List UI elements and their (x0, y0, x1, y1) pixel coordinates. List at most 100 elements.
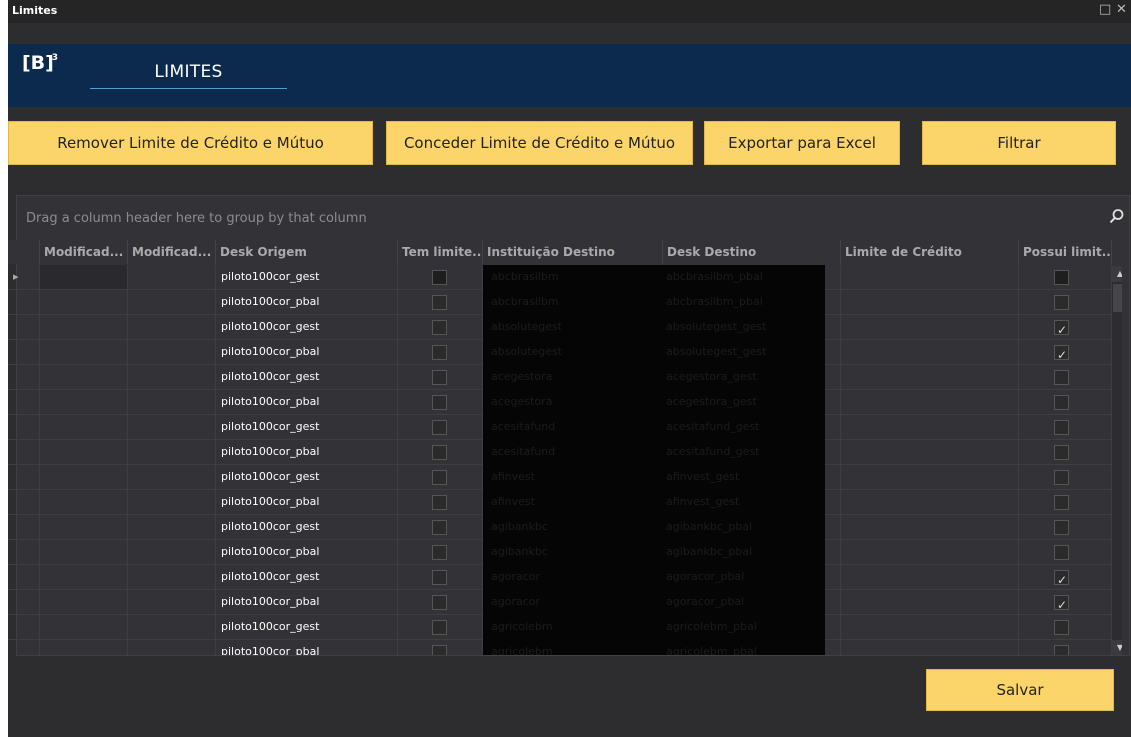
tem-limite-checkbox[interactable] (432, 320, 447, 335)
column-modificado-1[interactable]: Modificad... (40, 240, 128, 264)
cell-limite-credito[interactable] (841, 640, 1019, 655)
possui-limite-checkbox[interactable] (1054, 445, 1069, 460)
possui-limite-checkbox[interactable] (1054, 295, 1069, 310)
tem-limite-checkbox[interactable] (432, 295, 447, 310)
cell-desk-origem: piloto100cor_pbal (216, 290, 398, 315)
cell-modificado-2 (128, 640, 216, 655)
cell-possui-limite (1019, 565, 1112, 590)
remove-limit-button[interactable]: Remover Limite de Crédito e Mútuo (8, 121, 373, 165)
cell-modificado-1 (40, 440, 128, 465)
column-limite-credito[interactable]: Limite de Crédito (841, 240, 1019, 264)
possui-limite-checkbox[interactable] (1054, 593, 1069, 614)
cell-limite-credito[interactable] (841, 390, 1019, 415)
redacted-desk-destino-text: agricolebm_pbal (666, 645, 757, 655)
cell-limite-credito[interactable] (841, 265, 1019, 290)
tem-limite-checkbox[interactable] (432, 645, 447, 655)
cell-tem-limite (398, 515, 483, 540)
tem-limite-checkbox[interactable] (432, 420, 447, 435)
redacted-instituicao-text: acesitafund (491, 420, 556, 433)
filter-button[interactable]: Filtrar (922, 121, 1116, 165)
group-by-area[interactable]: Drag a column header here to group by th… (17, 196, 1129, 240)
redacted-desk-destino-text: abcbrasilbm_pbal (666, 270, 763, 283)
tem-limite-checkbox[interactable] (432, 470, 447, 485)
cell-limite-credito[interactable] (841, 490, 1019, 515)
possui-limite-checkbox[interactable] (1054, 495, 1069, 510)
vertical-scrollbar[interactable]: ▲ ▼ (1112, 266, 1122, 655)
column-tem-limite[interactable]: Tem limite... (398, 240, 483, 264)
cell-possui-limite (1019, 615, 1112, 640)
cell-limite-credito[interactable] (841, 415, 1019, 440)
redacted-desk-destino-text: agricolebm_pbal (666, 620, 757, 633)
row-indicator (8, 565, 40, 590)
cell-modificado-2 (128, 290, 216, 315)
cell-limite-credito[interactable] (841, 365, 1019, 390)
column-instituicao-destino[interactable]: Instituição Destino (483, 240, 663, 264)
tem-limite-checkbox[interactable] (432, 595, 447, 610)
possui-limite-checkbox[interactable] (1054, 395, 1069, 410)
possui-limite-checkbox[interactable] (1054, 470, 1069, 485)
possui-limite-checkbox[interactable] (1054, 645, 1069, 655)
possui-limite-checkbox[interactable] (1054, 568, 1069, 589)
search-icon[interactable] (1109, 208, 1125, 224)
cell-possui-limite (1019, 265, 1112, 290)
possui-limite-checkbox[interactable] (1054, 343, 1069, 364)
cell-tem-limite (398, 640, 483, 655)
scroll-thumb[interactable] (1113, 284, 1122, 312)
tem-limite-checkbox[interactable] (432, 395, 447, 410)
column-modificado-2[interactable]: Modificad... (128, 240, 216, 264)
cell-limite-credito[interactable] (841, 515, 1019, 540)
export-excel-button[interactable]: Exportar para Excel (704, 121, 900, 165)
cell-modificado-2 (128, 490, 216, 515)
grant-limit-button[interactable]: Conceder Limite de Crédito e Mútuo (386, 121, 693, 165)
possui-limite-checkbox[interactable] (1054, 270, 1069, 285)
column-desk-destino[interactable]: Desk Destino (663, 240, 841, 264)
cell-desk-origem: piloto100cor_pbal (216, 540, 398, 565)
possui-limite-checkbox[interactable] (1054, 620, 1069, 635)
cell-possui-limite (1019, 390, 1112, 415)
cell-limite-credito[interactable] (841, 290, 1019, 315)
redacted-desk-destino-text: absolutegest_gest (666, 345, 767, 358)
cell-limite-credito[interactable] (841, 615, 1019, 640)
maximize-icon[interactable]: □ (1099, 2, 1111, 17)
close-icon[interactable]: ✕ (1116, 2, 1127, 17)
cell-limite-credito[interactable] (841, 340, 1019, 365)
cell-modificado-2 (128, 590, 216, 615)
tem-limite-checkbox[interactable] (432, 545, 447, 560)
redacted-instituicao-text: agricolebm (491, 645, 553, 655)
tem-limite-checkbox[interactable] (432, 270, 447, 285)
tem-limite-checkbox[interactable] (432, 620, 447, 635)
cell-limite-credito[interactable] (841, 465, 1019, 490)
possui-limite-checkbox[interactable] (1054, 420, 1069, 435)
row-indicator (8, 640, 40, 655)
redacted-instituicao-text: acegestora (491, 395, 553, 408)
redacted-desk-destino-text: agoracor_pbal (666, 570, 745, 583)
tem-limite-checkbox[interactable] (432, 370, 447, 385)
possui-limite-checkbox[interactable] (1054, 520, 1069, 535)
row-indicator (8, 390, 40, 415)
tem-limite-checkbox[interactable] (432, 445, 447, 460)
cell-limite-credito[interactable] (841, 540, 1019, 565)
possui-limite-checkbox[interactable] (1054, 370, 1069, 385)
cell-limite-credito[interactable] (841, 440, 1019, 465)
cell-tem-limite (398, 315, 483, 340)
tem-limite-checkbox[interactable] (432, 495, 447, 510)
column-possui-limite[interactable]: Possui limit... (1019, 240, 1112, 264)
save-button[interactable]: Salvar (926, 669, 1114, 711)
cell-possui-limite (1019, 365, 1112, 390)
column-desk-origem[interactable]: Desk Origem (216, 240, 398, 264)
tem-limite-checkbox[interactable] (432, 345, 447, 360)
tem-limite-checkbox[interactable] (432, 570, 447, 585)
possui-limite-checkbox[interactable] (1054, 545, 1069, 560)
redacted-desk-destino-text: acesitafund_gest (666, 420, 760, 433)
row-indicator (8, 540, 40, 565)
possui-limite-checkbox[interactable] (1054, 318, 1069, 339)
redacted-desk-destino-text: absolutegest_gest (666, 320, 767, 333)
scroll-up-icon[interactable]: ▲ (1112, 266, 1122, 282)
cell-limite-credito[interactable] (841, 315, 1019, 340)
row-indicator (8, 290, 40, 315)
tem-limite-checkbox[interactable] (432, 520, 447, 535)
header-banner: [B] 3 LIMITES (8, 44, 1131, 107)
scroll-down-icon[interactable]: ▼ (1112, 640, 1122, 655)
cell-limite-credito[interactable] (841, 590, 1019, 615)
cell-limite-credito[interactable] (841, 565, 1019, 590)
